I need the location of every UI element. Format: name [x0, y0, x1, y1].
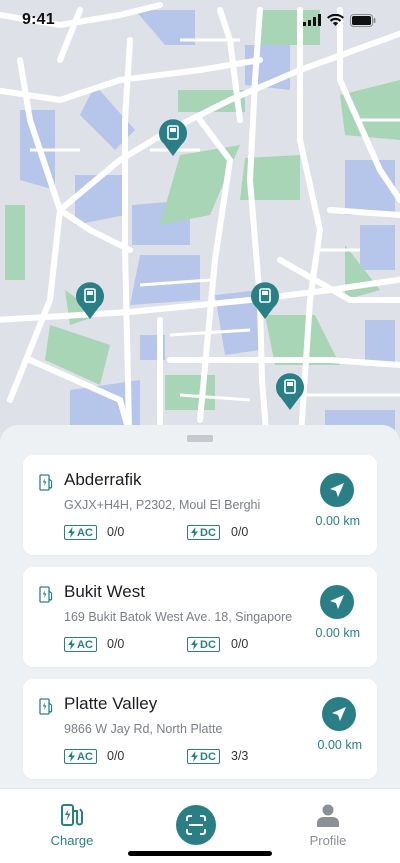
ac-badge: AC	[64, 525, 97, 540]
tab-charge[interactable]: Charge	[32, 803, 112, 848]
tab-profile-label: Profile	[309, 833, 347, 848]
tab-profile[interactable]: Profile	[288, 803, 368, 848]
bolt-icon	[68, 751, 75, 762]
dc-count: 0/0	[231, 637, 249, 651]
charging-station-pin-icon[interactable]	[275, 372, 305, 412]
status-icons	[303, 13, 376, 27]
bolt-icon	[68, 639, 75, 650]
charging-station-pin-icon[interactable]	[158, 118, 188, 158]
dc-badge: DC	[187, 637, 220, 652]
tab-bar: Charge Profile	[0, 788, 400, 863]
bolt-icon	[191, 639, 198, 650]
station-name: Platte Valley	[64, 694, 158, 713]
ac-label: AC	[77, 750, 93, 763]
station-card[interactable]: Abderrafik GXJX+H4H, P2302, Moul El Berg…	[23, 455, 377, 555]
ac-count: 0/0	[107, 749, 125, 763]
ev-station-icon	[39, 474, 53, 491]
station-address: GXJX+H4H, P2302, Moul El Berghi	[64, 498, 261, 512]
station-card[interactable]: Bukit West 169 Bukit Batok West Ave. 18,…	[23, 567, 377, 667]
ac-badge: AC	[64, 749, 97, 764]
charging-station-pin-icon[interactable]	[75, 281, 105, 321]
station-address: 169 Bukit Batok West Ave. 18, Singapore	[64, 610, 293, 624]
battery-icon	[350, 13, 376, 27]
home-indicator	[128, 851, 272, 856]
station-distance: 0.00 km	[315, 626, 360, 640]
ev-station-icon	[39, 586, 53, 603]
status-bar: 9:41	[0, 0, 400, 40]
bolt-icon	[68, 527, 75, 538]
navigate-button[interactable]	[320, 473, 354, 507]
station-address: 9866 W Jay Rd, North Platte	[64, 722, 223, 736]
ev-station-icon	[39, 698, 53, 715]
ac-label: AC	[77, 638, 93, 651]
navigate-button[interactable]	[322, 697, 356, 731]
dc-badge: DC	[187, 749, 220, 764]
station-distance: 0.00 km	[315, 514, 360, 528]
map-view[interactable]	[0, 0, 400, 470]
ac-count: 0/0	[107, 637, 125, 651]
profile-icon	[317, 804, 339, 827]
navigate-icon	[330, 595, 344, 609]
station-card[interactable]: Platte Valley 9866 W Jay Rd, North Platt…	[23, 679, 377, 779]
navigate-button[interactable]	[320, 585, 354, 619]
scan-icon	[186, 815, 206, 835]
station-name: Abderrafik	[64, 470, 142, 489]
charging-station-pin-icon[interactable]	[250, 281, 280, 321]
dc-label: DC	[200, 750, 216, 763]
sheet-drag-handle[interactable]	[187, 435, 213, 442]
station-name: Bukit West	[64, 582, 145, 601]
dc-badge: DC	[187, 525, 220, 540]
status-time: 9:41	[22, 11, 55, 28]
dc-label: DC	[200, 526, 216, 539]
bolt-icon	[191, 751, 198, 762]
station-distance: 0.00 km	[317, 738, 362, 752]
ac-badge: AC	[64, 637, 97, 652]
bolt-icon	[191, 527, 198, 538]
navigate-icon	[332, 707, 346, 721]
navigate-icon	[330, 483, 344, 497]
signal-icon	[303, 14, 321, 26]
tab-charge-label: Charge	[50, 833, 94, 848]
dc-count: 3/3	[231, 749, 249, 763]
ac-label: AC	[77, 526, 93, 539]
scan-button[interactable]	[176, 805, 216, 845]
ac-count: 0/0	[107, 525, 125, 539]
dc-count: 0/0	[231, 525, 249, 539]
dc-label: DC	[200, 638, 216, 651]
wifi-icon	[327, 14, 344, 26]
charge-tab-icon	[61, 804, 83, 826]
